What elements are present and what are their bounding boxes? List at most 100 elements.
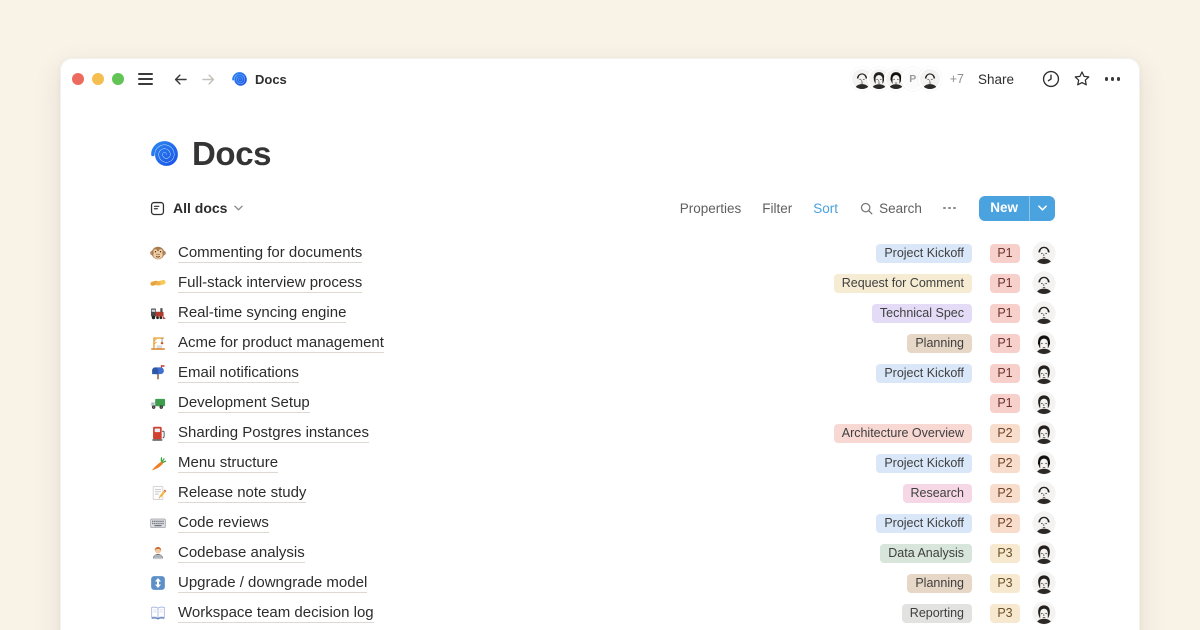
toolbar-more-options-icon[interactable] [943,207,956,210]
assignee-avatar[interactable] [1033,542,1055,564]
search-button[interactable]: Search [859,201,922,216]
assignee-avatar[interactable] [1033,272,1055,294]
doc-row[interactable]: Upgrade / downgrade model Planning P3 [149,568,1055,598]
view-switcher[interactable]: All docs [149,200,243,217]
doc-row[interactable]: Workspace team decision log Reporting P3 [149,598,1055,628]
priority-badge[interactable]: P3 [990,544,1020,563]
priority-badge[interactable]: P3 [990,574,1020,593]
doc-row[interactable]: Commenting for documents Project Kickoff P… [149,238,1055,268]
doc-row[interactable]: Code reviews Project Kickoff P2 [149,508,1055,538]
avatar[interactable] [918,67,942,91]
locomotive-icon [149,304,167,322]
priority-badge[interactable]: P1 [990,244,1020,263]
doc-title[interactable]: Sharding Postgres instances [178,424,369,443]
doc-row[interactable]: Full-stack interview process Request for … [149,268,1055,298]
doc-row-meta: Data Analysis P3 [880,542,1055,564]
assignee-avatar[interactable] [1033,602,1055,624]
new-doc-dropdown[interactable] [1029,196,1055,221]
assignee-avatar[interactable] [1033,452,1055,474]
doc-row-meta: Planning P1 [907,332,1055,354]
titlebar-doc-title: Docs [255,72,287,87]
tag-badge[interactable]: Planning [907,334,972,353]
close-window-button[interactable] [72,73,84,85]
memo-pencil-icon [149,484,167,502]
spiral-logo-icon [231,71,248,88]
doc-row[interactable]: Menu structure Project Kickoff P2 [149,448,1055,478]
history-clock-icon[interactable] [1040,69,1061,90]
minimize-window-button[interactable] [92,73,104,85]
tag-badge[interactable]: Data Analysis [880,544,972,563]
sidebar-toggle-icon[interactable] [138,73,153,85]
priority-badge[interactable]: P1 [990,394,1020,413]
collaborator-avatars[interactable]: P [850,67,942,91]
delivery-truck-icon [149,394,167,412]
assignee-avatar[interactable] [1033,302,1055,324]
doc-title[interactable]: Development Setup [178,394,310,413]
priority-badge[interactable]: P2 [990,454,1020,473]
assignee-avatar[interactable] [1033,422,1055,444]
assignee-avatar[interactable] [1033,242,1055,264]
doc-title[interactable]: Code reviews [178,514,269,533]
priority-badge[interactable]: P1 [990,304,1020,323]
assignee-avatar[interactable] [1033,482,1055,504]
doc-title[interactable]: Real-time syncing engine [178,304,346,323]
assignee-avatar[interactable] [1033,572,1055,594]
favorite-star-icon[interactable] [1071,69,1092,90]
doc-title[interactable]: Acme for product management [178,334,384,353]
doc-title[interactable]: Full-stack interview process [178,274,362,293]
doc-row-meta: Reporting P3 [902,602,1055,624]
priority-badge[interactable]: P2 [990,424,1020,443]
priority-badge[interactable]: P2 [990,484,1020,503]
properties-button[interactable]: Properties [680,201,742,216]
tag-badge[interactable]: Request for Comment [834,274,972,293]
tag-badge[interactable]: Project Kickoff [876,244,972,263]
new-doc-button[interactable]: New [979,196,1055,221]
search-icon [859,201,874,216]
doc-row[interactable]: Release note study Research P2 [149,478,1055,508]
back-arrow-icon[interactable] [169,68,191,90]
tag-badge[interactable]: Project Kickoff [876,364,972,383]
tag-badge[interactable]: Technical Spec [872,304,972,323]
assignee-avatar[interactable] [1033,512,1055,534]
collaborator-overflow-count: +7 [950,72,964,86]
priority-badge[interactable]: P1 [990,364,1020,383]
window-more-options-icon[interactable] [1102,69,1123,90]
current-doc-breadcrumb[interactable]: Docs [231,71,287,88]
doc-row-meta: Technical Spec P1 [872,302,1055,324]
doc-row[interactable]: Sharding Postgres instances Architecture … [149,418,1055,448]
tag-badge[interactable]: Architecture Overview [834,424,972,443]
doc-row[interactable]: Acme for product management Planning P1 [149,328,1055,358]
doc-title[interactable]: Workspace team decision log [178,604,374,623]
sort-button[interactable]: Sort [813,201,838,216]
assignee-avatar[interactable] [1033,332,1055,354]
doc-row[interactable]: Real-time syncing engine Technical Spec P1 [149,298,1055,328]
doc-list-icon [149,200,166,217]
view-switcher-label: All docs [173,200,227,216]
priority-badge[interactable]: P3 [990,604,1020,623]
doc-title[interactable]: Email notifications [178,364,299,383]
doc-title[interactable]: Commenting for documents [178,244,362,263]
doc-row-meta: Project Kickoff P2 [876,512,1055,534]
share-button[interactable]: Share [978,72,1014,87]
priority-badge[interactable]: P1 [990,334,1020,353]
handshake-icon [149,274,167,292]
doc-title[interactable]: Release note study [178,484,306,503]
doc-title[interactable]: Codebase analysis [178,544,305,563]
priority-badge[interactable]: P2 [990,514,1020,533]
filter-button[interactable]: Filter [762,201,792,216]
doc-row[interactable]: Development Setup P1 [149,388,1055,418]
tag-badge[interactable]: Planning [907,574,972,593]
zoom-window-button[interactable] [112,73,124,85]
doc-row[interactable]: Email notifications Project Kickoff P1 [149,358,1055,388]
tag-badge[interactable]: Project Kickoff [876,454,972,473]
doc-title[interactable]: Menu structure [178,454,278,473]
assignee-avatar[interactable] [1033,392,1055,414]
tag-badge[interactable]: Reporting [902,604,972,623]
tag-badge[interactable]: Research [903,484,973,503]
doc-row[interactable]: Codebase analysis Data Analysis P3 [149,538,1055,568]
priority-badge[interactable]: P1 [990,274,1020,293]
doc-title[interactable]: Upgrade / downgrade model [178,574,367,593]
assignee-avatar[interactable] [1033,362,1055,384]
tag-badge[interactable]: Project Kickoff [876,514,972,533]
forward-arrow-icon[interactable] [197,68,219,90]
